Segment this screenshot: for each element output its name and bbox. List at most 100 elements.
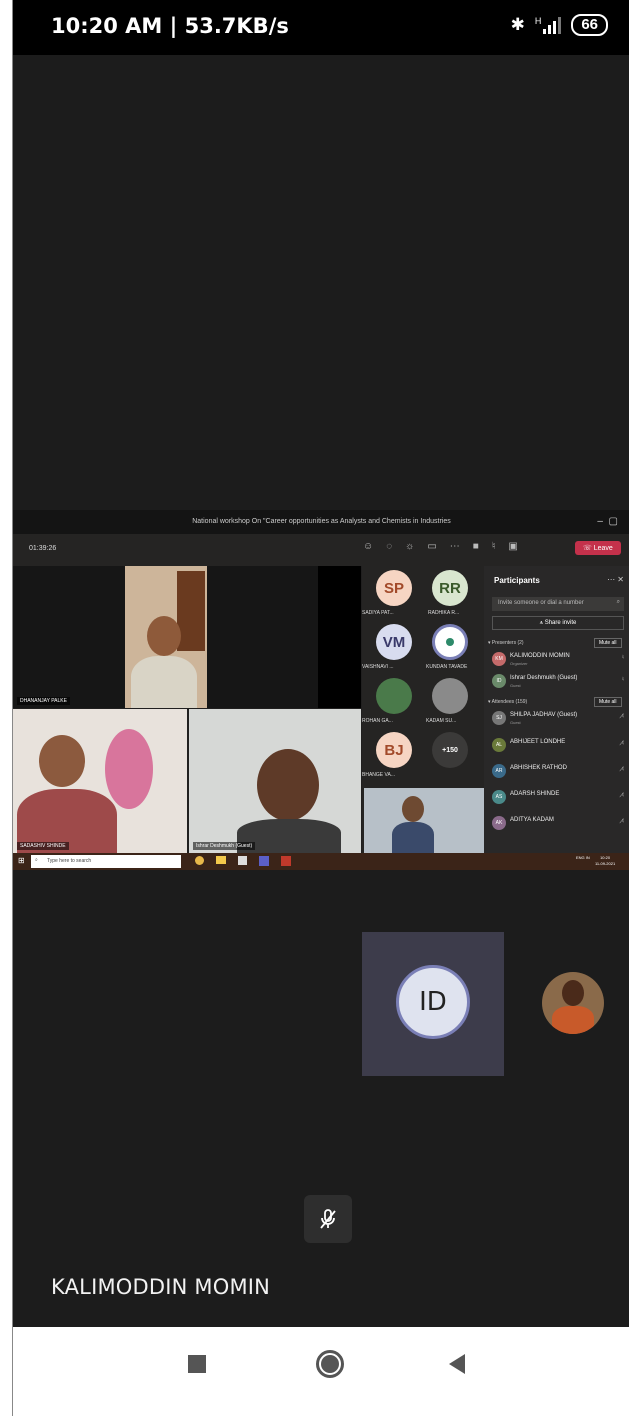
leave-button: ☏ Leave <box>575 541 621 555</box>
participant-avatar: ID <box>396 965 470 1039</box>
avatar-sp: SP <box>376 570 412 606</box>
store-icon <box>238 856 247 865</box>
participant-name: ADARSH SHINDE <box>510 791 560 797</box>
avatar-rohan <box>376 678 412 714</box>
avatar-label: KADAM SU... <box>426 718 457 724</box>
invite-placeholder: Invite someone or dial a number <box>498 600 584 606</box>
rooms-icon: ▭ <box>427 541 437 552</box>
home-button[interactable] <box>316 1350 344 1378</box>
explorer-icon <box>216 856 226 864</box>
avatar-vm: VM <box>376 624 412 660</box>
teams-icon <box>259 856 269 866</box>
phone-screen: 10:20 AM | 53.7KB/s ✱ H 66 National work… <box>12 0 629 1416</box>
participant-tile-photo[interactable] <box>504 932 629 1076</box>
participant-name: KALIMODDIN MOMIN <box>510 653 570 659</box>
meeting-toolbar-icons: ☺ ◌ ☼ ▭ ⋯ ■ ♮ ▣ <box>363 541 518 552</box>
mic-icon: ♮ <box>621 677 624 683</box>
attendees-header: ▾ Attendees (159) <box>488 699 528 705</box>
invite-field: Invite someone or dial a number ⌕ <box>492 597 624 611</box>
taskbar-apps <box>195 856 291 866</box>
taskbar-date: 11-09-2021 <box>595 861 616 866</box>
meeting-timer: 01:39:26 <box>29 545 57 552</box>
avatar-label: BHANGE VA... <box>362 772 395 778</box>
windows-taskbar: ⊞ ⌕ Type here to search ENG IN 10:20 11-09… <box>13 853 629 870</box>
shared-window-titlebar: National workshop On "Career opportuniti… <box>13 510 629 534</box>
participant-row: ID Ishrar Deshmukh (Guest) Guest ♮ <box>492 672 624 692</box>
participant-avatar: KM <box>492 652 506 666</box>
taskbar-search: ⌕ Type here to search <box>31 855 181 868</box>
mic-icon: ♮ <box>621 655 624 661</box>
shared-screen: National workshop On "Career opportuniti… <box>13 510 629 870</box>
self-video-thumb <box>364 788 484 853</box>
participant-role: Guest <box>510 720 521 725</box>
participants-panel: Participants ⋯ ✕ Invite someone or dial … <box>484 566 629 853</box>
recents-button[interactable] <box>188 1355 206 1373</box>
avatar-label: KUNDAN TAVADE <box>426 664 468 670</box>
mic-icon: ♮ <box>491 541 496 552</box>
participant-avatar: AR <box>492 764 506 778</box>
participant-row: AL ABHIJEET LONDHE ♮̸ <box>492 736 624 756</box>
participant-row: AK ADITYA KADAM ♮̸ <box>492 814 624 834</box>
active-speaker-name: KALIMODDIN MOMIN <box>51 1275 271 1299</box>
tile-name: Ishrar Deshmukh (Guest) <box>193 842 256 850</box>
participant-avatar: ID <box>492 674 506 688</box>
panel-title: Participants <box>494 576 540 585</box>
status-bar: 10:20 AM | 53.7KB/s ✱ H 66 <box>13 0 629 55</box>
taskbar-time: 10:20 <box>600 855 611 860</box>
mic-off-icon: ♮̸ <box>621 714 624 720</box>
video-tile-dhananjay: DHANANJAY PALKE <box>13 566 361 708</box>
video-tile-sadashiv: SADASHIV SHINDE <box>13 709 187 853</box>
search-icon: ⌕ <box>616 599 620 605</box>
people-icon: ☺ <box>363 541 374 552</box>
participant-name: Ishrar Deshmukh (Guest) <box>510 675 578 681</box>
avatar-label: SADIYA PAT... <box>362 610 394 616</box>
window-controls-icon: – ▢ <box>597 516 618 527</box>
meeting-toolbar: 01:39:26 ☺ ◌ ☼ ▭ ⋯ ■ ♮ ▣ ☏ Leave <box>13 534 629 566</box>
share-invite-label: Share invite <box>544 620 577 626</box>
tile-name: DHANANJAY PALKE <box>17 697 70 705</box>
avatar-label: RADHIKA R... <box>428 610 460 616</box>
taskbar-clock: 10:20 11-09-2021 <box>595 855 615 867</box>
mic-off-icon: ♮̸ <box>621 767 624 773</box>
panel-more-icon: ⋯ ✕ <box>607 575 624 584</box>
participant-role: Guest <box>510 683 521 688</box>
participant-tile-id[interactable]: ID <box>362 932 504 1076</box>
tile-name: SADASHIV SHINDE <box>17 842 69 850</box>
meeting-stage[interactable]: National workshop On "Career opportuniti… <box>13 55 629 1327</box>
android-nav-bar <box>13 1327 629 1416</box>
battery-indicator: 66 <box>571 14 608 36</box>
mute-all-presenters: Mute all <box>594 638 622 648</box>
mic-off-icon: ♮̸ <box>621 793 624 799</box>
reactions-icon: ☼ <box>405 541 415 552</box>
share-tray-icon: ▣ <box>508 541 518 552</box>
more-icon: ⋯ <box>449 541 460 552</box>
share-invite-button: ⩚ Share invite <box>492 616 624 630</box>
leave-label: Leave <box>593 545 613 552</box>
participant-row: SJ SHILPA JADHAV (Guest) Guest ♮̸ <box>492 709 624 729</box>
network-type: H <box>534 16 542 26</box>
back-button[interactable] <box>449 1354 465 1374</box>
participant-row: AR ABHISHEK RATHOD ♮̸ <box>492 762 624 782</box>
avatar-kadam <box>432 678 468 714</box>
status-time: 10:20 AM | 53.7KB/s <box>51 14 289 38</box>
avatar-bj: BJ <box>376 732 412 768</box>
mute-all-attendees: Mute all <box>594 697 622 707</box>
participant-photo-avatar <box>542 972 604 1034</box>
signal-icon: H <box>535 16 562 34</box>
mic-muted-button[interactable] <box>304 1195 352 1243</box>
participant-name: ADITYA KADAM <box>510 817 554 823</box>
participant-avatar: AK <box>492 816 506 830</box>
participant-avatar: AL <box>492 738 506 752</box>
overflow-count: +150 <box>432 732 468 768</box>
participant-name: SHILPA JADHAV (Guest) <box>510 712 578 718</box>
mic-off-icon: ♮̸ <box>621 819 624 825</box>
avatar-label: ROHAN GA... <box>362 718 393 724</box>
presenters-header: ▾ Presenters (2) <box>488 640 524 646</box>
search-icon: ⌕ <box>35 857 38 863</box>
avatar-kundan <box>432 624 468 660</box>
participant-name: ABHISHEK RATHOD <box>510 765 567 771</box>
mic-off-icon: ♮̸ <box>621 741 624 747</box>
shared-window-title: National workshop On "Career opportuniti… <box>192 518 451 525</box>
mic-off-icon <box>320 1209 336 1229</box>
participant-role: Organizer <box>510 661 528 666</box>
